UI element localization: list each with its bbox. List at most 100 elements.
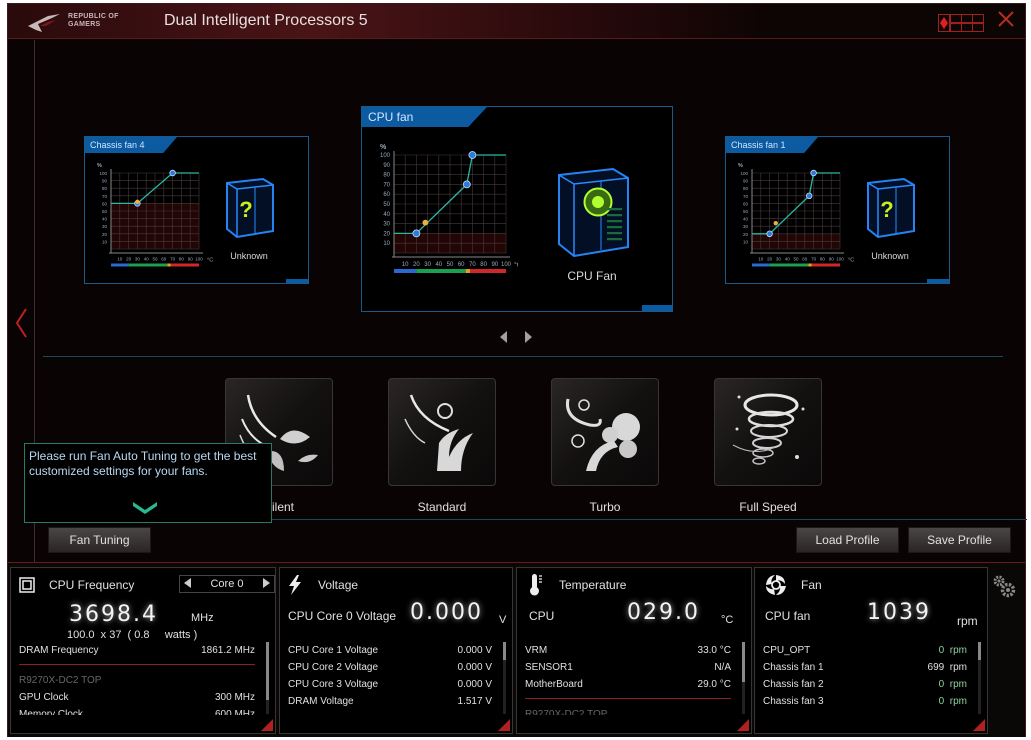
expand-corner-icon[interactable] [261,719,273,731]
carousel-next-button[interactable] [524,331,532,346]
fan-curve-graph[interactable]: %10090807060504030201010 20 30 40 50 60 70 80 90… [370,139,518,289]
scrollbar[interactable] [266,642,269,714]
x-tick-label: 10 [117,257,123,262]
x-tick-label: 60 [458,262,465,268]
y-tick-label: 30 [102,224,108,229]
curve-control-point[interactable] [169,169,176,177]
carousel-prev-button[interactable] [500,331,508,346]
gpu-name-row: R9270X-DC2 TOP [525,709,731,715]
y-tick-label: 50 [743,209,749,214]
x-tick-label: 50 [447,262,454,268]
y-tick-label: 70 [102,194,108,199]
temperature-panel[interactable]: Temperature CPU 029.0 °C VRM 33.0 °C SENS… [516,567,752,734]
fan-device-label: CPU Fan [567,269,617,283]
y-tick-label: 40 [743,217,749,222]
scrollbar[interactable] [742,642,745,714]
close-button[interactable] [998,10,1014,33]
x-tick-label: 100 [501,262,512,268]
x-tick-label: 100 [195,257,203,262]
prev-page-button[interactable] [15,308,27,345]
fan-row: CPU_OPT 0 rpm [763,645,967,656]
voltage-row: CPU Core 2 Voltage 0.000 V [288,662,492,673]
x-unit-label: °C [514,261,518,269]
row-label: Memory Clock [19,709,83,715]
y-tick-label: 90 [102,179,108,184]
brand-text: REPUBLIC OF GAMERS [68,13,119,29]
core-prev-button[interactable] [184,577,191,591]
gears-icon[interactable] [991,573,1017,599]
expand-corner-icon[interactable] [498,719,510,731]
y-unit-label: % [97,163,102,169]
expand-corner-icon[interactable] [973,719,985,731]
fan-card-chassis-fan-1[interactable]: Chassis fan 1 % 100 90 80 70 60 50 40 30 20 10 10 20… [725,136,950,284]
board-trace [607,208,622,211]
triangle-right-icon [263,577,270,588]
voltage-panel[interactable]: Voltage CPU Core 0 Voltage 0.000 V CPU C… [279,567,513,734]
fan-device-label: Unknown [871,251,909,261]
row-value: 600 MHz [214,709,255,715]
curve-control-point[interactable] [462,180,471,189]
chevron-down-icon[interactable] [133,502,157,514]
load-profile-button[interactable]: Load Profile [796,527,899,553]
fan-curve-graph[interactable]: %10090807060504030201010 20 30 40 50 60 70 80 90… [734,161,854,271]
expand-corner-icon[interactable] [737,719,749,731]
row-label: CPU Core 3 Voltage [288,679,379,690]
row-label: CPU Core 2 Voltage [288,662,379,673]
x-tick-label: 80 [480,262,487,268]
core-selector[interactable]: Core 0 [179,575,275,593]
y-tick-label: 10 [743,239,749,244]
x-tick-label: 10 [402,262,409,268]
curve-control-point[interactable] [766,230,773,237]
scrollbar-thumb[interactable] [742,642,745,682]
app-window: REPUBLIC OF GAMERS Dual Intelligent Proc… [7,3,1027,737]
x-unit-label: °C [848,258,854,264]
fan-speed-panel[interactable]: Fan CPU fan 1039 rpm CPU_OPT 0 rpm Chassi… [754,567,988,734]
scrollbar-thumb[interactable] [978,642,981,660]
fan-card-chassis-fan-4[interactable]: Chassis fan 4 % 100 90 80 70 60 50 40 30 20 10 10 20… [84,136,309,284]
save-profile-button[interactable]: Save Profile [908,527,1011,553]
temperature-zone-bar [465,269,471,273]
y-tick-label: 40 [383,212,390,218]
scrollbar-thumb[interactable] [266,642,269,700]
fan-curve-graph[interactable]: %10090807060504030201010 20 30 40 50 60 70 80 90… [93,161,213,271]
fan-tuning-button[interactable]: Fan Tuning [48,527,151,553]
x-tick-label: 80 [179,257,185,262]
row-label: Chassis fan 3 [763,696,824,707]
curve-control-point[interactable] [805,192,813,199]
scrollbar-thumb[interactable] [503,642,506,660]
y-tick-label: 60 [102,201,108,206]
mode-turbo-button[interactable] [551,378,659,486]
mode-full-speed-button[interactable] [714,378,822,486]
unknown-case-icon: ? [226,177,274,239]
status-bar: CPU Frequency Core 0 3698.4 MHz 100.0 x … [8,562,1025,737]
x-tick-label: 100 [836,257,844,262]
curve-control-point[interactable] [810,169,817,177]
fan-card-cpu-fan[interactable]: CPU fan % 100 90 80 70 60 50 40 30 20 10 10 20 30 40 50… [361,106,673,312]
fan-row: Chassis fan 2 0 rpm [763,679,967,690]
curve-control-point[interactable] [468,151,477,159]
main-fan-unit: rpm [957,614,978,628]
x-tick-label: 90 [491,262,498,268]
y-tick-label: 60 [383,192,390,198]
core-next-button[interactable] [263,577,270,591]
curve-control-point[interactable] [412,229,421,238]
cpu-frequency-panel[interactable]: CPU Frequency Core 0 3698.4 MHz 100.0 x … [10,567,276,734]
fan-row: Chassis fan 1 699 rpm [763,662,967,673]
x-tick-label: 30 [424,262,431,268]
scrollbar[interactable] [503,642,506,714]
brand-line-1: REPUBLIC OF [68,13,119,20]
mode-standard-button[interactable] [388,378,496,486]
y-tick-label: 20 [383,231,390,237]
y-tick-label: 10 [383,241,390,247]
row-value: 0 rpm [938,679,967,690]
tooltip-text: Please run Fan Auto Tuning to get the be… [29,449,257,478]
layout-grid-icon[interactable] [938,14,984,32]
row-label: GPU Clock [19,692,69,703]
board-trace [607,214,622,217]
row-separator [19,664,255,665]
x-tick-label: 60 [161,257,167,262]
row-label: Chassis fan 1 [763,662,824,673]
scrollbar[interactable] [978,642,981,714]
x-tick-label: 80 [820,257,826,262]
temperature-zone-bar [111,263,129,267]
